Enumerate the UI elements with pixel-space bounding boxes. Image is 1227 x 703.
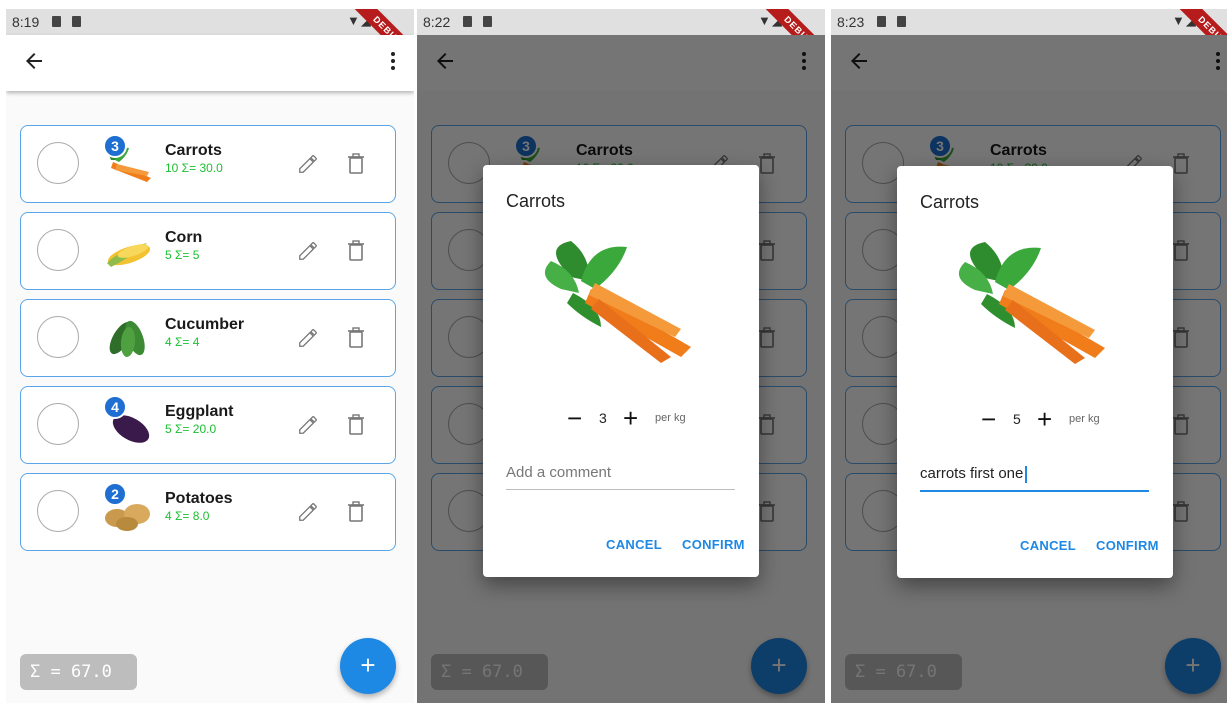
delete-icon[interactable]	[347, 501, 365, 523]
decrement-button[interactable]: −	[981, 404, 996, 435]
dialog-title: Carrots	[920, 192, 980, 212]
delete-icon[interactable]	[347, 327, 365, 349]
checkbox-circle[interactable]	[37, 490, 79, 532]
dialog-title: Carrots	[506, 191, 566, 211]
notification-icon	[877, 16, 886, 27]
quantity-value: 5	[1013, 411, 1021, 427]
back-arrow-icon[interactable]	[22, 49, 46, 73]
list-item[interactable]: Corn 5 Σ= 5	[20, 212, 396, 290]
decrement-button[interactable]: −	[567, 403, 582, 434]
item-name: Cucumber	[165, 316, 245, 333]
item-subtotal: 10 Σ= 30.0	[165, 161, 223, 175]
quantity-dialog: Carrots − 5 + per kg carrots first one CANCEL C…	[897, 166, 1173, 578]
notification-icon	[52, 16, 61, 27]
edit-icon[interactable]	[297, 414, 319, 436]
increment-button[interactable]: +	[623, 403, 638, 434]
app-bar	[6, 35, 414, 91]
more-vert-icon[interactable]	[390, 51, 396, 71]
comment-field[interactable]: carrots first one	[920, 458, 1149, 492]
item-subtotal: 5 Σ= 5	[165, 248, 200, 262]
comment-field[interactable]: Add a comment	[506, 457, 735, 490]
list-item[interactable]: 3 Carrots 10 Σ= 30.0	[20, 125, 396, 203]
edit-icon[interactable]	[297, 327, 319, 349]
checkbox-circle[interactable]	[37, 229, 79, 271]
phone-screen-3: 8:23▼◢▮DEBUG3Carrots10 Σ= 30.0Corn5 Σ= 5…	[831, 9, 1227, 703]
cancel-button[interactable]: CANCEL	[606, 537, 662, 552]
sd-card-icon	[483, 16, 492, 27]
list-item[interactable]: 4 Eggplant 5 Σ= 20.0	[20, 386, 396, 464]
increment-button[interactable]: +	[1037, 404, 1052, 435]
total-sum: Σ = 67.0	[20, 654, 137, 690]
status-bar: 8:23 ▼◢▮	[831, 9, 1227, 35]
status-time: 8:19	[12, 14, 40, 30]
phone-screen-1: 8:19 ▼◢▮ DEBUG 3 Carrots 10 Σ= 30.0 Corn 5 Σ= 5…	[6, 9, 414, 703]
item-name: Corn	[165, 229, 203, 246]
list-item[interactable]: 2 Potatoes 4 Σ= 8.0	[20, 473, 396, 551]
checkbox-circle[interactable]	[37, 142, 79, 184]
quantity-value: 3	[599, 410, 607, 426]
notification-icon	[463, 16, 472, 27]
cancel-button[interactable]: CANCEL	[1020, 538, 1076, 553]
count-badge: 4	[103, 395, 127, 419]
edit-icon[interactable]	[297, 153, 319, 175]
quantity-dialog: Carrots − 3 + per kg Add a comment CANCEL CONFI…	[483, 165, 759, 577]
count-badge: 3	[103, 134, 127, 158]
quantity-stepper: − 3 + per kg	[483, 403, 759, 433]
comment-placeholder: Add a comment	[506, 464, 612, 481]
status-time: 8:23	[837, 14, 865, 30]
item-subtotal: 4 Σ= 4	[165, 335, 200, 349]
status-bar: 8:19 ▼◢▮	[6, 9, 414, 35]
carrot-image	[531, 237, 699, 367]
add-fab-button[interactable]: +	[340, 638, 396, 694]
carrot-image	[945, 238, 1113, 368]
cucumber-image	[101, 316, 155, 358]
delete-icon[interactable]	[347, 240, 365, 262]
unit-label: per kg	[1069, 413, 1100, 425]
corn-image	[101, 229, 155, 271]
comment-value: carrots first one	[920, 465, 1024, 482]
confirm-button[interactable]: CONFIRM	[1096, 538, 1159, 553]
item-subtotal: 4 Σ= 8.0	[165, 509, 210, 523]
phone-screen-2: 8:22▼◢▮DEBUG3Carrots10 Σ= 30.0Corn5 Σ= 5…	[417, 9, 825, 703]
item-name: Carrots	[165, 142, 222, 159]
status-time: 8:22	[423, 14, 451, 30]
confirm-button[interactable]: CONFIRM	[682, 537, 745, 552]
sd-card-icon	[897, 16, 906, 27]
item-name: Eggplant	[165, 403, 234, 420]
checkbox-circle[interactable]	[37, 403, 79, 445]
status-bar: 8:22 ▼◢▮	[417, 9, 825, 35]
item-subtotal: 5 Σ= 20.0	[165, 422, 217, 436]
item-name: Potatoes	[165, 490, 233, 507]
count-badge: 2	[103, 482, 127, 506]
edit-icon[interactable]	[297, 501, 319, 523]
edit-icon[interactable]	[297, 240, 319, 262]
checkbox-circle[interactable]	[37, 316, 79, 358]
sd-card-icon	[72, 16, 81, 27]
quantity-stepper: − 5 + per kg	[897, 404, 1173, 434]
delete-icon[interactable]	[347, 153, 365, 175]
text-cursor	[1025, 465, 1028, 483]
list-item[interactable]: Cucumber 4 Σ= 4	[20, 299, 396, 377]
unit-label: per kg	[655, 412, 686, 424]
delete-icon[interactable]	[347, 414, 365, 436]
